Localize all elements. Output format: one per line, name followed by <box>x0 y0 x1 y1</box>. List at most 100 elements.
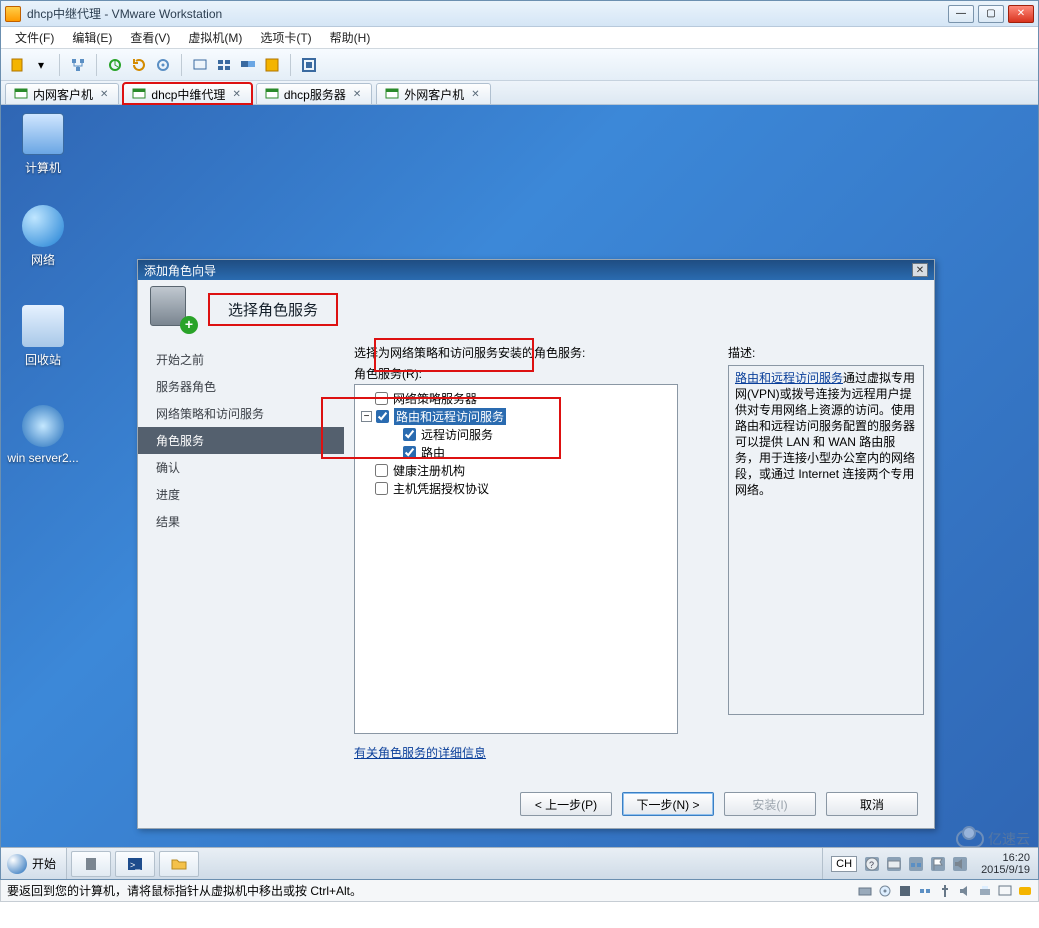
desktop-icon-winserver[interactable]: win server2... <box>7 405 79 465</box>
wizard-step-progress[interactable]: 进度 <box>138 481 344 508</box>
multi-monitor-icon[interactable] <box>238 55 258 75</box>
device-cd-icon[interactable] <box>878 884 892 898</box>
tree-item-label: 远程访问服务 <box>421 426 493 443</box>
snapshot-revert-icon[interactable] <box>129 55 149 75</box>
vm-tab-icon <box>132 87 146 101</box>
checkbox-nps[interactable] <box>375 392 388 405</box>
toolbar: ▾ <box>1 49 1038 81</box>
device-floppy-icon[interactable] <box>898 884 912 898</box>
tree-item-label: 主机凭据授权协议 <box>393 480 489 497</box>
minimize-button[interactable]: — <box>948 5 974 23</box>
tray-network-icon[interactable] <box>909 857 923 871</box>
snapshot-manager-icon[interactable] <box>153 55 173 75</box>
taskbar-clock[interactable]: 16:20 2015/9/19 <box>975 852 1030 876</box>
device-usb-icon[interactable] <box>938 884 952 898</box>
unity-icon[interactable] <box>262 55 282 75</box>
tree-item-hcap[interactable]: 主机凭据授权协议 <box>361 479 671 497</box>
wizard-close-button[interactable]: ✕ <box>912 263 928 277</box>
thumbnail-icon[interactable] <box>214 55 234 75</box>
show-console-icon[interactable] <box>190 55 210 75</box>
wizard-step-results[interactable]: 结果 <box>138 508 344 535</box>
tray-flag-icon[interactable] <box>931 857 945 871</box>
desktop-icon-computer[interactable]: 计算机 <box>7 113 79 176</box>
role-services-tree[interactable]: 网络策略服务器 − 路由和远程访问服务 远程访问服务 <box>354 384 678 734</box>
start-button[interactable]: 开始 <box>1 848 67 879</box>
wizard-step-confirm[interactable]: 确认 <box>138 454 344 481</box>
checkbox-hra[interactable] <box>375 464 388 477</box>
checkbox-routing[interactable] <box>403 446 416 459</box>
tree-item-label: 网络策略服务器 <box>393 390 477 407</box>
vm-tab-icon <box>385 87 399 101</box>
tree-item-label: 路由 <box>421 444 445 461</box>
tab-dhcp-relay[interactable]: dhcp中维代理 ✕ <box>123 83 251 104</box>
language-indicator[interactable]: CH <box>831 856 857 872</box>
vmware-app-icon <box>5 6 21 22</box>
wizard-step-npas[interactable]: 网络策略和访问服务 <box>138 400 344 427</box>
maximize-button[interactable]: ▢ <box>978 5 1004 23</box>
tree-item-routing[interactable]: 路由 <box>361 443 671 461</box>
more-info-link[interactable]: 有关角色服务的详细信息 <box>354 746 486 760</box>
power-dropdown-icon[interactable]: ▾ <box>31 55 51 75</box>
device-display-icon[interactable] <box>998 884 1012 898</box>
tab-close-icon[interactable]: ✕ <box>230 89 242 100</box>
tab-close-icon[interactable]: ✕ <box>98 89 110 100</box>
taskbar-item-powershell[interactable]: >_ <box>115 851 155 877</box>
guest-desktop[interactable]: 计算机 网络 回收站 win server2... 添加角色向导 ✕ + 选择角… <box>1 105 1038 879</box>
checkbox-rras[interactable] <box>376 410 389 423</box>
svg-text:>_: >_ <box>130 860 141 870</box>
next-button[interactable]: 下一步(N) > <box>622 792 714 816</box>
menu-file[interactable]: 文件(F) <box>7 27 62 48</box>
system-tray: CH ? 16:20 2015/9/19 <box>822 848 1038 879</box>
desktop-icon-network[interactable]: 网络 <box>7 205 79 268</box>
clock-date: 2015/9/19 <box>981 864 1030 876</box>
menu-view[interactable]: 查看(V) <box>122 27 178 48</box>
window-title: dhcp中继代理 - VMware Workstation <box>27 5 948 22</box>
tray-keyboard-icon[interactable] <box>887 857 901 871</box>
tree-item-rras[interactable]: − 路由和远程访问服务 <box>361 407 671 425</box>
tree-item-hra[interactable]: 健康注册机构 <box>361 461 671 479</box>
desktop-icon-recycle[interactable]: 回收站 <box>7 305 79 368</box>
prev-button[interactable]: < 上一步(P) <box>520 792 612 816</box>
device-network-icon[interactable] <box>918 884 932 898</box>
close-button[interactable]: ✕ <box>1008 5 1034 23</box>
vm-tab-icon <box>14 87 28 101</box>
tab-external-client[interactable]: 外网客户机 ✕ <box>376 83 490 104</box>
desktop-icon-label: 网络 <box>7 251 79 268</box>
menu-tabs[interactable]: 选项卡(T) <box>252 27 319 48</box>
device-hdd-icon[interactable] <box>858 884 872 898</box>
tab-internal-client[interactable]: 内网客户机 ✕ <box>5 83 119 104</box>
guest-taskbar: 开始 >_ CH ? 16:20 2015/9/19 <box>1 847 1038 879</box>
description-link[interactable]: 路由和远程访问服务 <box>735 371 843 385</box>
tray-help-icon[interactable]: ? <box>865 857 879 871</box>
menu-help[interactable]: 帮助(H) <box>322 27 379 48</box>
checkbox-ras[interactable] <box>403 428 416 441</box>
taskbar-item-explorer[interactable] <box>159 851 199 877</box>
wizard-header-title: 选择角色服务 <box>228 299 318 320</box>
message-log-icon[interactable] <box>1018 884 1032 898</box>
wizard-step-before[interactable]: 开始之前 <box>138 346 344 373</box>
snapshot-take-icon[interactable] <box>105 55 125 75</box>
fullscreen-icon[interactable] <box>299 55 319 75</box>
menu-edit[interactable]: 编辑(E) <box>64 27 120 48</box>
tab-dhcp-server[interactable]: dhcp服务器 ✕ <box>256 83 372 104</box>
taskbar-item-server-manager[interactable] <box>71 851 111 877</box>
checkbox-hcap[interactable] <box>375 482 388 495</box>
wizard-prompt: 选择为网络策略和访问服务安装的角色服务: <box>354 346 585 360</box>
device-printer-icon[interactable] <box>978 884 992 898</box>
snapshot-tree-icon[interactable] <box>68 55 88 75</box>
cancel-button[interactable]: 取消 <box>826 792 918 816</box>
tree-item-nps[interactable]: 网络策略服务器 <box>361 389 671 407</box>
wizard-step-server-roles[interactable]: 服务器角色 <box>138 373 344 400</box>
network-icon <box>22 205 64 247</box>
tree-item-ras[interactable]: 远程访问服务 <box>361 425 671 443</box>
tab-label: dhcp服务器 <box>284 86 346 103</box>
wizard-step-role-services[interactable]: 角色服务 <box>138 427 344 454</box>
device-sound-icon[interactable] <box>958 884 972 898</box>
power-on-icon[interactable] <box>7 55 27 75</box>
menu-bar: 文件(F) 编辑(E) 查看(V) 虚拟机(M) 选项卡(T) 帮助(H) <box>1 27 1038 49</box>
tab-close-icon[interactable]: ✕ <box>469 89 481 100</box>
menu-vm[interactable]: 虚拟机(M) <box>180 27 250 48</box>
tab-close-icon[interactable]: ✕ <box>351 89 363 100</box>
tray-volume-icon[interactable] <box>953 857 967 871</box>
tree-collapse-icon[interactable]: − <box>361 411 372 422</box>
